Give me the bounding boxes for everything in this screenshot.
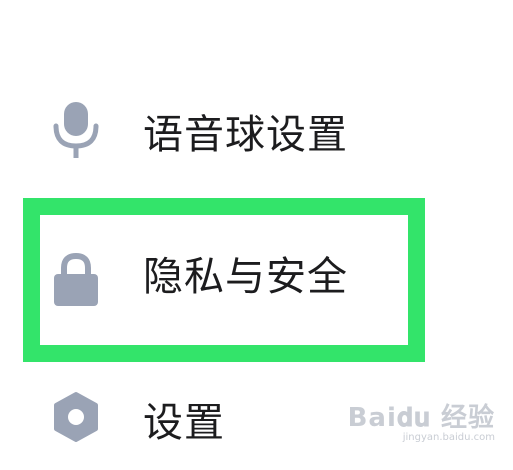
- microphone-icon: [50, 100, 102, 160]
- lock-icon: [50, 250, 102, 310]
- watermark-url: jingyan.baidu.com: [402, 432, 495, 443]
- menu-item-label: 设置: [143, 400, 225, 446]
- menu-item-voice-ball-settings[interactable]: 语音球设置: [0, 92, 513, 182]
- watermark: Bai𝐝𝐮 经验 jingyan.baidu.com: [348, 404, 495, 444]
- menu-item-label: 隐私与安全: [143, 254, 348, 300]
- watermark-logo-text: Bai𝐝𝐮 经验: [347, 403, 495, 433]
- menu-item-label: 语音球设置: [143, 112, 348, 158]
- menu-item-privacy-security[interactable]: 隐私与安全: [0, 198, 513, 306]
- hexagon-gear-icon: [50, 390, 102, 450]
